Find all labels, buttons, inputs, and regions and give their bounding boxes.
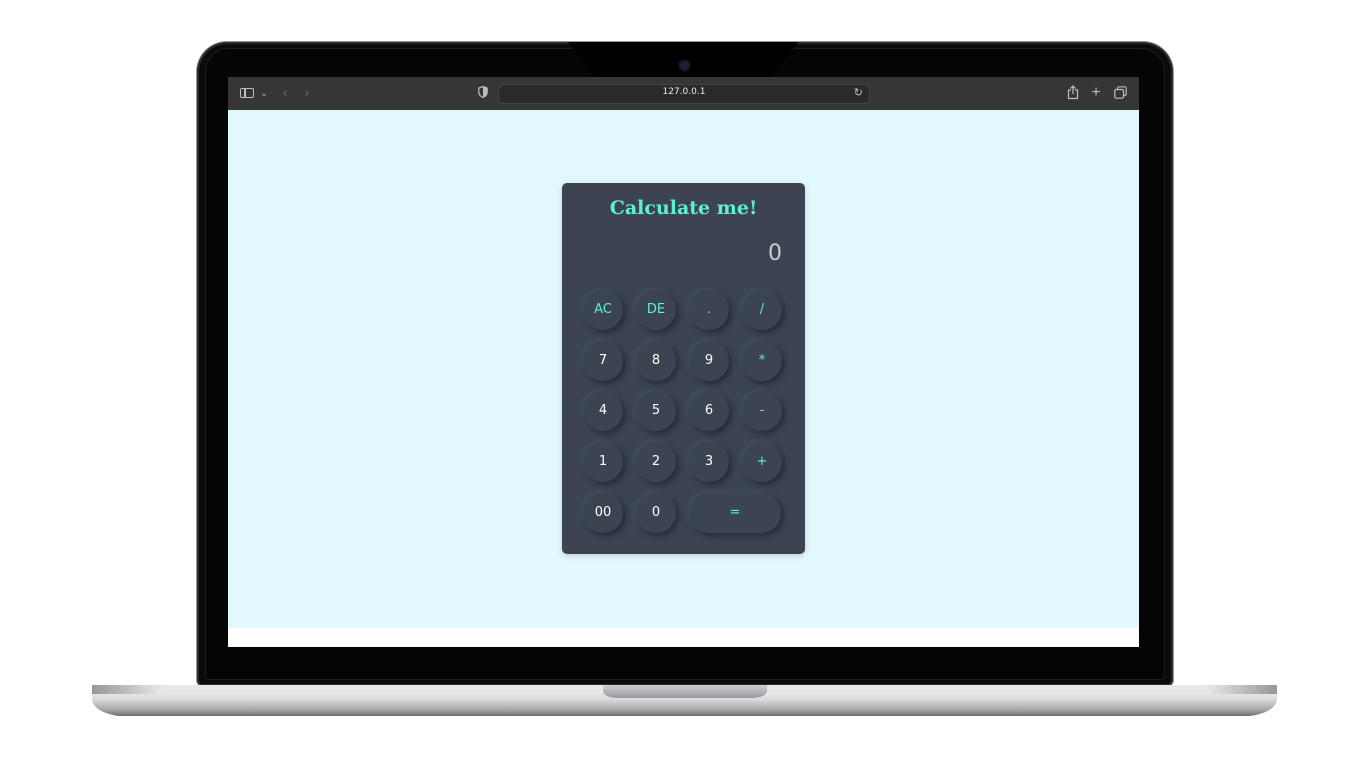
divide-button[interactable]: / [742,290,782,330]
laptop-mockup: ⌄ ‹ › 127.0.0.1 ↻ + Calculate me! 0 AC D… [0,0,1366,768]
digit-5-button[interactable]: 5 [636,391,676,431]
webcam-icon [680,61,689,70]
reload-icon[interactable]: ↻ [854,86,863,99]
share-icon[interactable] [1067,85,1079,100]
calculator-display: 0 [768,241,782,266]
chevron-down-icon[interactable]: ⌄ [259,85,269,101]
digit-3-button[interactable]: 3 [689,442,729,482]
browser-toolbar: ⌄ ‹ › 127.0.0.1 ↻ + [228,77,1139,111]
plus-icon[interactable]: + [1089,85,1103,101]
equals-button[interactable]: = [689,493,781,533]
browser-window: ⌄ ‹ › 127.0.0.1 ↻ + Calculate me! 0 AC D… [228,77,1139,647]
laptop-hinge-notch [603,685,767,698]
digit-2-button[interactable]: 2 [636,442,676,482]
decimal-button[interactable]: . [689,290,729,330]
clear-all-button[interactable]: AC [583,290,623,330]
calculator-title: Calculate me! [609,197,758,219]
back-arrow-icon[interactable]: ‹ [279,85,291,101]
sidebar-toggle-icon[interactable] [240,88,254,98]
multiply-button[interactable]: * [742,341,782,381]
forward-arrow-icon[interactable]: › [301,85,313,101]
tabs-overview-icon[interactable] [1114,86,1127,99]
delete-button[interactable]: DE [636,290,676,330]
calculator: Calculate me! 0 AC DE . / 7 8 9 * 4 5 6 … [562,183,805,554]
shield-icon[interactable] [478,86,488,98]
digit-9-button[interactable]: 9 [689,341,729,381]
digit-7-button[interactable]: 7 [583,341,623,381]
digit-6-button[interactable]: 6 [689,391,729,431]
digit-4-button[interactable]: 4 [583,391,623,431]
url-text: 127.0.0.1 [662,87,706,97]
digit-8-button[interactable]: 8 [636,341,676,381]
camera-housing [568,42,798,78]
digit-1-button[interactable]: 1 [583,442,623,482]
double-zero-button[interactable]: 00 [583,493,623,533]
digit-0-button[interactable]: 0 [636,493,676,533]
address-bar[interactable]: 127.0.0.1 ↻ [498,84,870,104]
page-content: Calculate me! 0 AC DE . / 7 8 9 * 4 5 6 … [228,110,1139,628]
page-footer [228,628,1139,647]
add-button[interactable]: + [742,442,782,482]
subtract-button[interactable]: - [742,391,782,431]
